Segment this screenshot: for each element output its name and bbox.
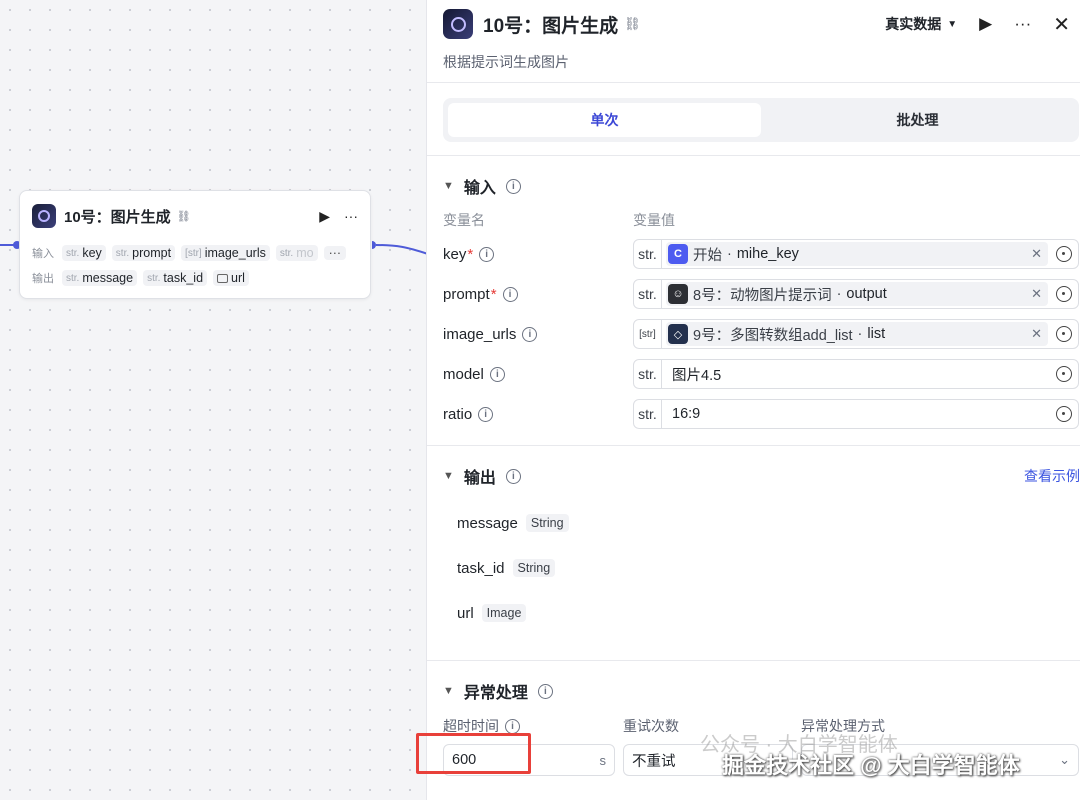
variable-picker-icon[interactable] [1056, 366, 1072, 382]
node-output-chip: url [213, 270, 249, 286]
output-row: message String [457, 514, 569, 532]
node-input-chip: str. prompt [111, 245, 176, 261]
column-header-name: 变量名 [443, 212, 485, 228]
variable-picker-icon[interactable] [1056, 286, 1072, 302]
tab-single[interactable]: 单次 [448, 103, 761, 137]
input-row-model: model i str. 图片4.5 [443, 359, 1080, 391]
data-mode-select[interactable]: 真实数据 ▼ [885, 14, 957, 34]
node-input-chip: [str] image_urls [181, 245, 270, 261]
node-input-chip: str. key [62, 245, 106, 261]
info-icon: i [537, 683, 553, 699]
variable-value-field[interactable]: [str] ◇ 9号：多图转数组add_list · list ✕ [633, 319, 1079, 349]
robot-icon: ☺ [668, 284, 688, 304]
node-output-chip: str. task_id [143, 270, 208, 286]
chevron-down-icon: ▼ [443, 470, 454, 482]
input-row-prompt: prompt * i str. ☺ 8号：动物图片提示词 · output ✕ [443, 279, 1080, 311]
info-icon: i [479, 247, 495, 262]
outgoing-edge [372, 241, 428, 255]
input-row-key: key * i str. C 开始 · mihe_key ✕ [443, 239, 1080, 271]
variable-picker-icon[interactable] [1056, 246, 1072, 262]
image-icon [217, 273, 229, 283]
variable-picker-icon[interactable] [1056, 406, 1072, 422]
info-icon: i [505, 178, 521, 194]
chevron-down-icon: ▼ [443, 180, 454, 192]
watermark: 掘金技术社区 @ 大白学智能体 [722, 753, 1020, 778]
clear-icon[interactable]: ✕ [1031, 286, 1042, 302]
input-row-image-urls: image_urls i [str] ◇ 9号：多图转数组add_list · li… [443, 319, 1080, 351]
input-row-ratio: ratio i str. 16:9 [443, 399, 1080, 431]
node-input-chip: str. mo [275, 245, 318, 261]
column-header-value: 变量值 [633, 212, 675, 228]
variable-value-field[interactable]: str. ☺ 8号：动物图片提示词 · output ✕ [633, 279, 1079, 309]
info-icon: i [522, 327, 538, 342]
output-section-header[interactable]: ▼ 输出 i [443, 464, 521, 488]
info-icon: i [505, 718, 520, 734]
more-menu-icon[interactable]: ··· [1014, 14, 1031, 34]
tab-batch[interactable]: 批处理 [761, 103, 1074, 137]
node-more-inputs[interactable]: ··· [323, 246, 347, 260]
run-icon[interactable]: ▶ [979, 14, 992, 34]
start-node-icon: C [668, 244, 688, 264]
highlight-box [416, 733, 531, 774]
input-section-header[interactable]: ▼ 输入 i [443, 174, 521, 198]
retry-label: 重试次数 [623, 718, 679, 734]
panel-description: 根据提示词生成图片 [443, 54, 569, 70]
info-icon: i [502, 287, 518, 302]
run-mode-tabs: 单次 批处理 [443, 98, 1079, 142]
caret-down-icon: ▼ [947, 18, 958, 30]
info-icon: i [505, 468, 521, 484]
error-section-header[interactable]: ▼ 异常处理 i [443, 679, 553, 703]
variable-value-field[interactable]: str. 图片4.5 [633, 359, 1079, 389]
node-output-chip: str. message [62, 270, 138, 286]
clear-icon[interactable]: ✕ [1031, 246, 1042, 262]
panel-title: 10号：图片生成 [483, 15, 619, 37]
node-input-label: 输入 [32, 248, 54, 260]
node-output-label: 输出 [32, 273, 54, 285]
code-node-icon: ◇ [668, 324, 688, 344]
variable-picker-icon[interactable] [1056, 326, 1072, 342]
chevron-down-icon: ⌄ [1059, 752, 1070, 767]
chevron-down-icon: ▼ [443, 685, 454, 697]
clear-icon[interactable]: ✕ [1031, 326, 1042, 342]
link-icon: ⛓ [176, 210, 191, 223]
workflow-node-image-gen[interactable]: 10号：图片生成 ⛓ ▶ ··· 输入 str. key str. prompt [… [19, 190, 371, 299]
run-node-icon[interactable]: ▶ [319, 208, 330, 225]
plugin-logo-icon [443, 9, 473, 39]
variable-value-field[interactable]: str. 16:9 [633, 399, 1079, 429]
info-icon: i [478, 407, 494, 422]
view-example-link[interactable]: 查看示例 [1024, 466, 1080, 486]
more-menu-icon[interactable]: ··· [344, 208, 358, 224]
node-config-panel: 10号：图片生成 ⛓ 真实数据 ▼ ▶ ··· ✕ 根据提示词生成图片 单次 批处… [426, 0, 1080, 800]
incoming-edge [0, 241, 21, 249]
output-row: task_id String [457, 559, 556, 577]
plugin-logo-icon [32, 204, 56, 228]
variable-value-field[interactable]: str. C 开始 · mihe_key ✕ [633, 239, 1079, 269]
output-row: url Image [457, 604, 527, 622]
info-icon: i [489, 367, 505, 382]
node-title: 10号：图片生成 [64, 208, 171, 226]
link-icon: ⛓ [624, 16, 641, 31]
close-icon[interactable]: ✕ [1053, 12, 1070, 37]
